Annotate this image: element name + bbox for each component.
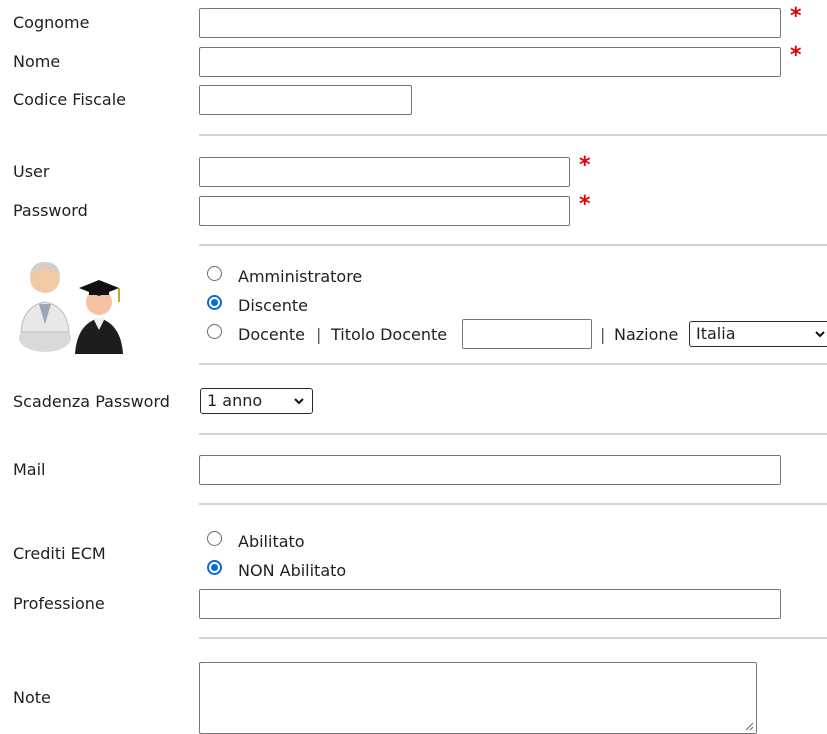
mail-input[interactable]: [199, 455, 781, 485]
user-input[interactable]: [199, 157, 570, 187]
cognome-input[interactable]: [199, 8, 781, 38]
role-radio-amministratore[interactable]: [207, 266, 222, 281]
professione-label: Professione: [13, 594, 105, 613]
divider: [199, 244, 827, 246]
codice-fiscale-input[interactable]: [199, 85, 412, 115]
chevron-down-icon: [294, 398, 304, 405]
nazione-label: Nazione: [614, 325, 679, 344]
role-radio-discente[interactable]: [207, 295, 222, 310]
nazione-selected-value: Italia: [696, 324, 736, 343]
role-radio-docente[interactable]: [207, 324, 222, 339]
divider: [199, 433, 827, 435]
role-label-amministratore: Amministratore: [238, 267, 363, 286]
resize-grip-icon[interactable]: [744, 721, 754, 731]
mail-label: Mail: [13, 460, 46, 479]
user-required-mark: *: [579, 153, 591, 178]
password-label: Password: [13, 201, 88, 220]
nome-required-mark: *: [790, 43, 802, 68]
note-textarea[interactable]: [199, 662, 757, 734]
role-label-docente: Docente: [238, 325, 306, 344]
nazione-select[interactable]: Italia: [689, 321, 827, 347]
users-admin-student-icon: [15, 258, 127, 354]
titolo-docente-label: Titolo Docente: [331, 325, 448, 344]
cognome-required-mark: *: [790, 4, 802, 29]
scadenza-password-label: Scadenza Password: [13, 392, 170, 411]
titolo-docente-input[interactable]: [462, 319, 592, 349]
user-label: User: [13, 162, 50, 181]
divider: [199, 503, 827, 505]
password-required-mark: *: [579, 192, 591, 217]
scadenza-password-selected-value: 1 anno: [207, 391, 263, 410]
password-input[interactable]: [199, 196, 570, 226]
divider: [199, 134, 827, 136]
ecm-radio-abilitato[interactable]: [207, 531, 222, 546]
cognome-label: Cognome: [13, 13, 90, 32]
role-label-discente: Discente: [238, 296, 308, 315]
ecm-label-abilitato: Abilitato: [238, 532, 305, 551]
nome-label: Nome: [13, 52, 61, 71]
nome-input[interactable]: [199, 47, 781, 77]
separator: |: [316, 325, 322, 344]
ecm-radio-non-abilitato[interactable]: [207, 560, 222, 575]
divider: [199, 363, 827, 365]
divider: [199, 637, 827, 639]
separator: |: [600, 325, 606, 344]
codice-fiscale-label: Codice Fiscale: [13, 90, 126, 109]
chevron-down-icon: [815, 331, 825, 338]
scadenza-password-select[interactable]: 1 anno: [200, 388, 313, 414]
note-label: Note: [13, 688, 51, 707]
crediti-ecm-label: Crediti ECM: [13, 544, 106, 563]
ecm-label-non-abilitato: NON Abilitato: [238, 561, 347, 580]
professione-input[interactable]: [199, 589, 781, 619]
